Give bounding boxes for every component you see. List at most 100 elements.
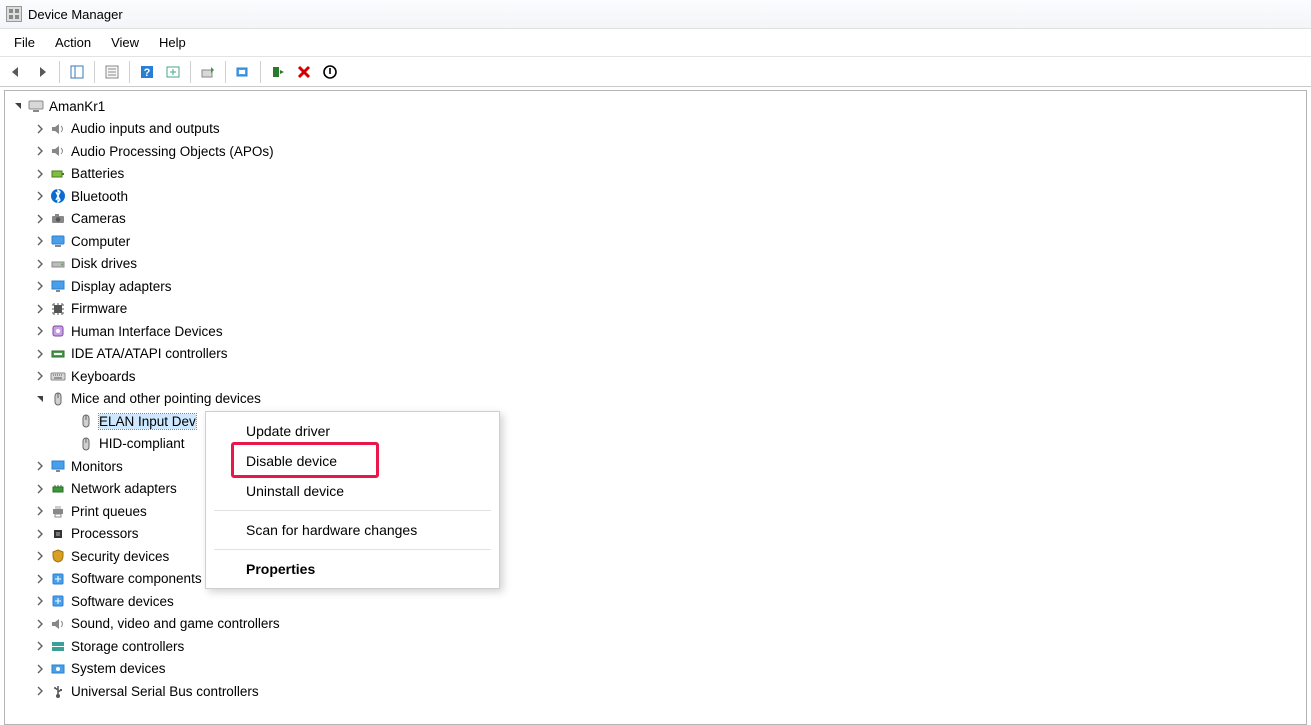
tree-row[interactable]: Processors bbox=[5, 523, 1306, 546]
tree-node-label: IDE ATA/ATAPI controllers bbox=[71, 346, 228, 361]
display-icon bbox=[49, 277, 67, 295]
chevron-right-icon[interactable] bbox=[33, 482, 47, 496]
network-icon bbox=[49, 480, 67, 498]
tree-row[interactable]: Software components bbox=[5, 568, 1306, 591]
tree-node-label: Network adapters bbox=[71, 481, 177, 496]
tree-row[interactable]: Network adapters bbox=[5, 478, 1306, 501]
chevron-right-icon[interactable] bbox=[33, 234, 47, 248]
chevron-right-icon[interactable] bbox=[33, 347, 47, 361]
tree-row[interactable]: IDE ATA/ATAPI controllers bbox=[5, 343, 1306, 366]
chevron-right-icon[interactable] bbox=[33, 167, 47, 181]
action-toolbar-button[interactable] bbox=[161, 60, 185, 84]
tree-node-label: AmanKr1 bbox=[49, 99, 105, 114]
chevron-right-icon[interactable] bbox=[33, 212, 47, 226]
menu-help[interactable]: Help bbox=[149, 31, 196, 54]
ctx-scan-hardware[interactable]: Scan for hardware changes bbox=[206, 515, 499, 545]
menubar: File Action View Help bbox=[0, 29, 1311, 57]
chevron-right-icon[interactable] bbox=[33, 527, 47, 541]
tree-row[interactable]: Batteries bbox=[5, 163, 1306, 186]
tree-node-label: Audio inputs and outputs bbox=[71, 121, 220, 136]
ctx-disable-device[interactable]: Disable device bbox=[206, 446, 499, 476]
tree-row[interactable]: HID-compliant bbox=[5, 433, 1306, 456]
chevron-right-icon[interactable] bbox=[33, 459, 47, 473]
ctx-properties[interactable]: Properties bbox=[206, 554, 499, 584]
tree-node-label: Universal Serial Bus controllers bbox=[71, 684, 259, 699]
uninstall-device-button[interactable] bbox=[292, 60, 316, 84]
tree-row[interactable]: Display adapters bbox=[5, 275, 1306, 298]
chevron-right-icon[interactable] bbox=[33, 684, 47, 698]
ctx-separator bbox=[214, 549, 491, 550]
device-tree[interactable]: AmanKr1 Audio inputs and outputs Audio Pro… bbox=[4, 90, 1307, 725]
toolbar-separator bbox=[129, 61, 130, 83]
chevron-right-icon[interactable] bbox=[33, 279, 47, 293]
tree-row[interactable]: Computer bbox=[5, 230, 1306, 253]
ctx-uninstall-device[interactable]: Uninstall device bbox=[206, 476, 499, 506]
toolbar-separator bbox=[59, 61, 60, 83]
tree-row[interactable]: ELAN Input Dev bbox=[5, 410, 1306, 433]
tree-row[interactable]: AmanKr1 bbox=[5, 95, 1306, 118]
cpu-icon bbox=[49, 525, 67, 543]
chevron-right-icon[interactable] bbox=[33, 122, 47, 136]
tree-row[interactable]: Audio inputs and outputs bbox=[5, 118, 1306, 141]
chevron-down-icon[interactable] bbox=[33, 392, 47, 406]
chevron-down-icon[interactable] bbox=[11, 99, 25, 113]
update-driver-button[interactable] bbox=[196, 60, 220, 84]
tree-row[interactable]: Print queues bbox=[5, 500, 1306, 523]
menu-file[interactable]: File bbox=[4, 31, 45, 54]
tree-node-label: HID-compliant bbox=[99, 436, 185, 451]
menu-view[interactable]: View bbox=[101, 31, 149, 54]
toolbar-separator bbox=[190, 61, 191, 83]
chevron-right-icon[interactable] bbox=[33, 257, 47, 271]
help-button[interactable]: ? bbox=[135, 60, 159, 84]
tree-node-label: System devices bbox=[71, 661, 166, 676]
chevron-right-icon[interactable] bbox=[33, 662, 47, 676]
chevron-right-icon[interactable] bbox=[33, 324, 47, 338]
tree-row[interactable]: Sound, video and game controllers bbox=[5, 613, 1306, 636]
disable-device-button[interactable] bbox=[318, 60, 342, 84]
tree-node-label: Audio Processing Objects (APOs) bbox=[71, 144, 274, 159]
chevron-right-icon[interactable] bbox=[33, 144, 47, 158]
battery-icon bbox=[49, 165, 67, 183]
chevron-right-icon[interactable] bbox=[33, 639, 47, 653]
chevron-right-icon[interactable] bbox=[33, 594, 47, 608]
tree-node-label: Storage controllers bbox=[71, 639, 184, 654]
properties-button[interactable] bbox=[100, 60, 124, 84]
mouse-icon bbox=[49, 390, 67, 408]
tree-row[interactable]: Storage controllers bbox=[5, 635, 1306, 658]
enable-device-button[interactable] bbox=[266, 60, 290, 84]
tree-row[interactable]: Keyboards bbox=[5, 365, 1306, 388]
chevron-right-icon[interactable] bbox=[33, 572, 47, 586]
speaker-icon bbox=[49, 615, 67, 633]
chevron-right-icon[interactable] bbox=[33, 189, 47, 203]
tree-row[interactable]: Firmware bbox=[5, 298, 1306, 321]
tree-row[interactable]: Bluetooth bbox=[5, 185, 1306, 208]
chevron-right-icon[interactable] bbox=[33, 369, 47, 383]
tree-row[interactable]: Disk drives bbox=[5, 253, 1306, 276]
chevron-right-icon[interactable] bbox=[33, 549, 47, 563]
tree-row[interactable]: Cameras bbox=[5, 208, 1306, 231]
scan-hardware-button[interactable] bbox=[231, 60, 255, 84]
show-hide-tree-button[interactable] bbox=[65, 60, 89, 84]
tree-row[interactable]: Mice and other pointing devices bbox=[5, 388, 1306, 411]
disk-icon bbox=[49, 255, 67, 273]
tree-node-label: Sound, video and game controllers bbox=[71, 616, 280, 631]
tree-row[interactable]: Audio Processing Objects (APOs) bbox=[5, 140, 1306, 163]
tree-row[interactable]: Universal Serial Bus controllers bbox=[5, 680, 1306, 703]
ctx-update-driver[interactable]: Update driver bbox=[206, 416, 499, 446]
software-icon bbox=[49, 592, 67, 610]
tree-row[interactable]: Software devices bbox=[5, 590, 1306, 613]
tree-row[interactable]: Human Interface Devices bbox=[5, 320, 1306, 343]
chevron-right-icon[interactable] bbox=[33, 617, 47, 631]
back-button[interactable] bbox=[4, 60, 28, 84]
chevron-right-icon[interactable] bbox=[33, 302, 47, 316]
menu-action[interactable]: Action bbox=[45, 31, 101, 54]
svg-text:?: ? bbox=[144, 67, 151, 79]
tree-row[interactable]: Monitors bbox=[5, 455, 1306, 478]
tree-row[interactable]: Security devices bbox=[5, 545, 1306, 568]
software-icon bbox=[49, 570, 67, 588]
bluetooth-icon bbox=[49, 187, 67, 205]
tree-node-label: Disk drives bbox=[71, 256, 137, 271]
tree-row[interactable]: System devices bbox=[5, 658, 1306, 681]
forward-button[interactable] bbox=[30, 60, 54, 84]
chevron-right-icon[interactable] bbox=[33, 504, 47, 518]
